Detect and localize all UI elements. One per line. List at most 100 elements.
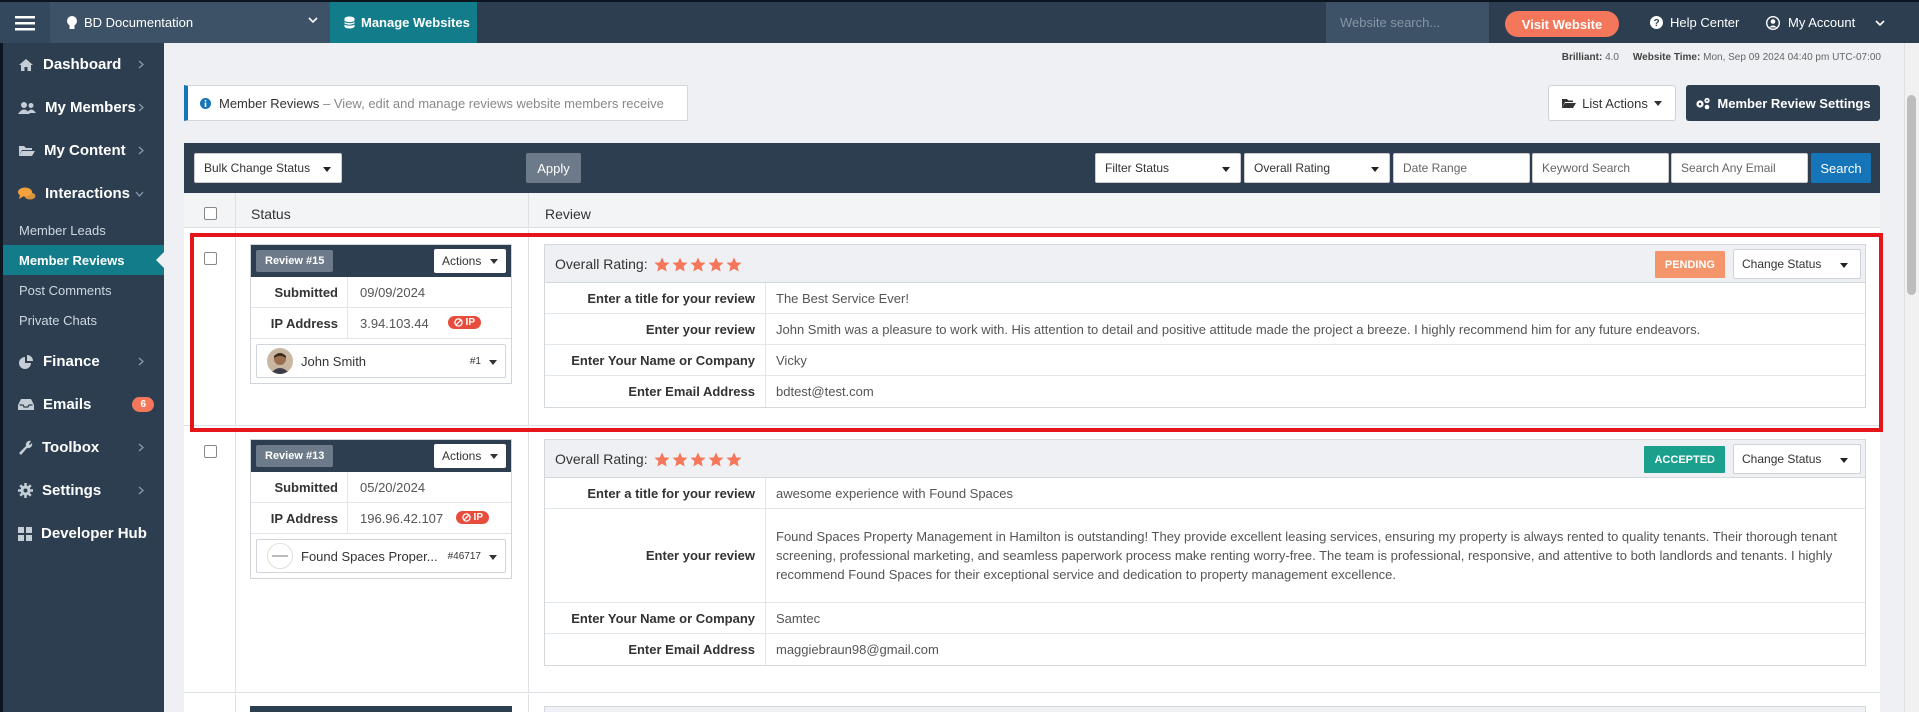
member-name: John Smith <box>301 353 367 369</box>
website-time-label: Website Time: <box>1632 52 1701 63</box>
scrollbar-thumb[interactable] <box>1907 95 1916 295</box>
member-name: Found Spaces Proper... <box>301 548 438 564</box>
manage-websites-label: Manage Websites <box>361 15 470 30</box>
review-status-card: Review #15 Actions Submitted 09/09/2024 I… <box>250 244 512 384</box>
review-title-value: awesome experience with Found Spaces <box>776 485 1014 501</box>
change-status-label: Change Status <box>1742 452 1822 466</box>
change-status-select[interactable]: Change Status <box>1733 249 1861 279</box>
keyword-search-input[interactable] <box>1532 153 1669 183</box>
table-row: Review #13 Actions Submitted 05/20/2024 I… <box>184 427 1880 693</box>
sidebar-item-dashboard[interactable]: Dashboard <box>3 43 164 86</box>
sidebar-item-member-leads[interactable]: Member Leads <box>3 215 164 245</box>
sidebar-item-my-content[interactable]: My Content <box>3 129 164 172</box>
sidebar-item-post-comments[interactable]: Post Comments <box>3 275 164 305</box>
ban-icon <box>461 513 471 522</box>
visit-website-button[interactable]: Visit Website <box>1505 11 1619 37</box>
apply-button[interactable]: Apply <box>526 153 581 183</box>
site-meta: Brilliant: 4.0 Website Time: Mon, Sep 09… <box>1562 52 1881 63</box>
filter-status-value: Filter Status <box>1105 161 1170 175</box>
list-actions-button[interactable]: List Actions <box>1548 85 1676 121</box>
website-name: BD Documentation <box>84 15 194 30</box>
overall-rating-select[interactable]: Overall Rating <box>1244 153 1390 183</box>
sidebar-item-my-members[interactable]: My Members <box>3 86 164 129</box>
star-icon <box>708 452 724 466</box>
search-button[interactable]: Search <box>1811 153 1871 183</box>
table-header: Status Review <box>184 193 1880 228</box>
review-number-badge: Review #13 <box>256 445 334 467</box>
user-circle-icon <box>1766 15 1780 30</box>
submitted-label: Submitted <box>251 472 348 502</box>
ip-address-label: IP Address <box>251 503 348 533</box>
overall-rating-label: Overall Rating: <box>555 451 648 467</box>
sidebar-item-developer-hub[interactable]: Developer Hub <box>3 512 164 555</box>
sidebar-item-settings[interactable]: Settings <box>3 469 164 512</box>
review-details-card: Overall Rating: ACCEPTED Change Status E… <box>544 439 1866 666</box>
filter-toolbar: Bulk Change Status Apply Filter Status O… <box>184 143 1880 193</box>
help-center-link[interactable]: ? Help Center <box>1650 2 1739 43</box>
row-checkbox[interactable] <box>204 445 217 458</box>
actions-button[interactable]: Actions <box>434 249 506 273</box>
submitted-date: 05/20/2024 <box>360 479 426 495</box>
ip-address-value: 196.96.42.107 <box>360 510 444 526</box>
member-id: #1 <box>469 356 481 367</box>
member-review-settings-label: Member Review Settings <box>1717 95 1871 111</box>
sidebar-item-member-reviews[interactable]: Member Reviews <box>3 245 165 275</box>
member-review-settings-button[interactable]: Member Review Settings <box>1686 85 1880 121</box>
reviewer-email-label: Enter Email Address <box>545 634 766 665</box>
chevron-right-icon <box>138 146 144 155</box>
star-rating <box>654 452 742 467</box>
review-column-header: Review <box>545 206 591 222</box>
bulk-change-status-select[interactable]: Bulk Change Status <box>194 153 342 183</box>
review-details-card: Overall Rating: PENDING Change Status En… <box>544 244 1866 408</box>
website-search-input[interactable] <box>1326 2 1489 43</box>
submitted-date: 09/09/2024 <box>360 284 426 300</box>
date-range-input[interactable] <box>1393 153 1530 183</box>
page-scrollbar[interactable] <box>1904 43 1919 712</box>
email-search-input[interactable] <box>1671 153 1808 183</box>
sidebar-item-label: My Members <box>45 99 136 116</box>
help-center-label: Help Center <box>1670 15 1740 30</box>
review-title-value: The Best Service Ever! <box>776 290 909 306</box>
select-all-checkbox[interactable] <box>204 207 217 220</box>
star-icon <box>726 257 742 271</box>
reviewer-email-value: bdtest@test.com <box>776 384 874 399</box>
chevron-right-icon <box>138 103 144 112</box>
menu-toggle-button[interactable] <box>0 2 50 43</box>
version-label: Brilliant: <box>1561 52 1603 63</box>
sidebar-item-interactions[interactable]: Interactions <box>3 172 164 215</box>
chevron-down-icon <box>308 17 318 24</box>
star-icon <box>672 257 688 271</box>
grid-icon <box>18 526 32 541</box>
database-icon <box>344 16 355 29</box>
sidebar-item-finance[interactable]: Finance <box>3 340 164 383</box>
sidebar-item-emails[interactable]: Emails 6 <box>3 383 164 426</box>
sidebar-item-toolbox[interactable]: Toolbox <box>3 426 164 469</box>
chevron-down-icon <box>135 191 144 197</box>
reviewer-name-value: Samtec <box>776 610 821 626</box>
sidebar-item-label: Finance <box>43 353 100 370</box>
question-circle-icon: ? <box>1650 16 1663 29</box>
change-status-select[interactable]: Change Status <box>1733 444 1861 474</box>
star-icon <box>654 257 670 271</box>
block-ip-button[interactable]: IP <box>455 511 489 524</box>
review-text-label: Enter your review <box>545 314 766 344</box>
website-selector[interactable]: BD Documentation <box>50 2 330 43</box>
ip-address-value: 3.94.103.44 <box>360 315 429 331</box>
list-actions-label: List Actions <box>1582 95 1648 111</box>
ip-badge-label: IP <box>473 512 483 523</box>
actions-label: Actions <box>442 254 482 268</box>
member-selector[interactable]: Found Spaces Proper... #46717 <box>256 539 506 573</box>
star-icon <box>726 452 742 466</box>
avatar <box>267 348 293 374</box>
caret-down-icon <box>489 360 497 365</box>
member-selector[interactable]: John Smith #1 <box>256 344 506 378</box>
sidebar-item-private-chats[interactable]: Private Chats <box>3 305 164 335</box>
row-checkbox[interactable] <box>204 252 217 265</box>
top-bar: BD Documentation Manage Websites Visit W… <box>0 0 1919 43</box>
actions-button[interactable]: Actions <box>434 444 506 468</box>
filter-status-select[interactable]: Filter Status <box>1095 153 1241 183</box>
manage-websites-button[interactable]: Manage Websites <box>330 2 477 43</box>
block-ip-button[interactable]: IP <box>447 316 481 329</box>
my-account-menu[interactable]: My Account <box>1766 2 1885 43</box>
reviewer-name-label: Enter Your Name or Company <box>545 345 766 375</box>
